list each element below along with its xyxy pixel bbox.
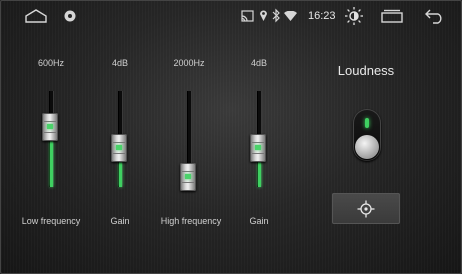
crosshair-icon (357, 200, 375, 218)
band-label-high-frequency: High frequency (160, 216, 222, 226)
knob-indicator (255, 144, 261, 150)
wifi-icon (284, 11, 297, 21)
knob-indicator (185, 174, 191, 180)
slider-knob-low-frequency[interactable] (42, 113, 58, 142)
back-icon[interactable] (425, 8, 445, 24)
settings-icon[interactable] (63, 9, 77, 23)
toggle-knob (355, 135, 379, 159)
location-icon (260, 10, 267, 21)
slider-knob-gain-1[interactable] (111, 133, 127, 162)
slider-knob-gain-2[interactable] (250, 133, 266, 162)
band-label-low-frequency: Low frequency (21, 216, 81, 226)
slider-fill (50, 141, 53, 187)
bluetooth-icon (272, 8, 280, 23)
band-value-low-frequency: 600Hz (37, 58, 64, 68)
home-icon[interactable] (25, 9, 47, 23)
loudness-indicator (365, 118, 369, 128)
band-value-gain-1: 4dB (111, 58, 128, 68)
slider-fill (258, 161, 261, 187)
band-label-gain-1: Gain (110, 216, 130, 226)
band-label-gain-2: Gain (249, 216, 269, 226)
knob-indicator (47, 124, 53, 130)
band-value-gain-2: 4dB (250, 58, 267, 68)
recent-apps-icon[interactable] (381, 9, 403, 23)
status-bar: 16:23 (1, 1, 462, 31)
equalizer-screen: 16:23 600Hz Low frequency 4dB Gain 2000H… (0, 0, 462, 274)
loudness-toggle[interactable] (353, 109, 381, 161)
knob-indicator (116, 144, 122, 150)
clock: 16:23 (308, 10, 336, 22)
cast-icon (241, 10, 254, 22)
reset-button[interactable] (332, 193, 400, 224)
slider-knob-high-frequency[interactable] (180, 163, 196, 192)
brightness-icon[interactable] (344, 6, 364, 26)
slider-fill (119, 161, 122, 187)
band-value-high-frequency: 2000Hz (173, 58, 205, 68)
loudness-title: Loudness (337, 63, 395, 78)
